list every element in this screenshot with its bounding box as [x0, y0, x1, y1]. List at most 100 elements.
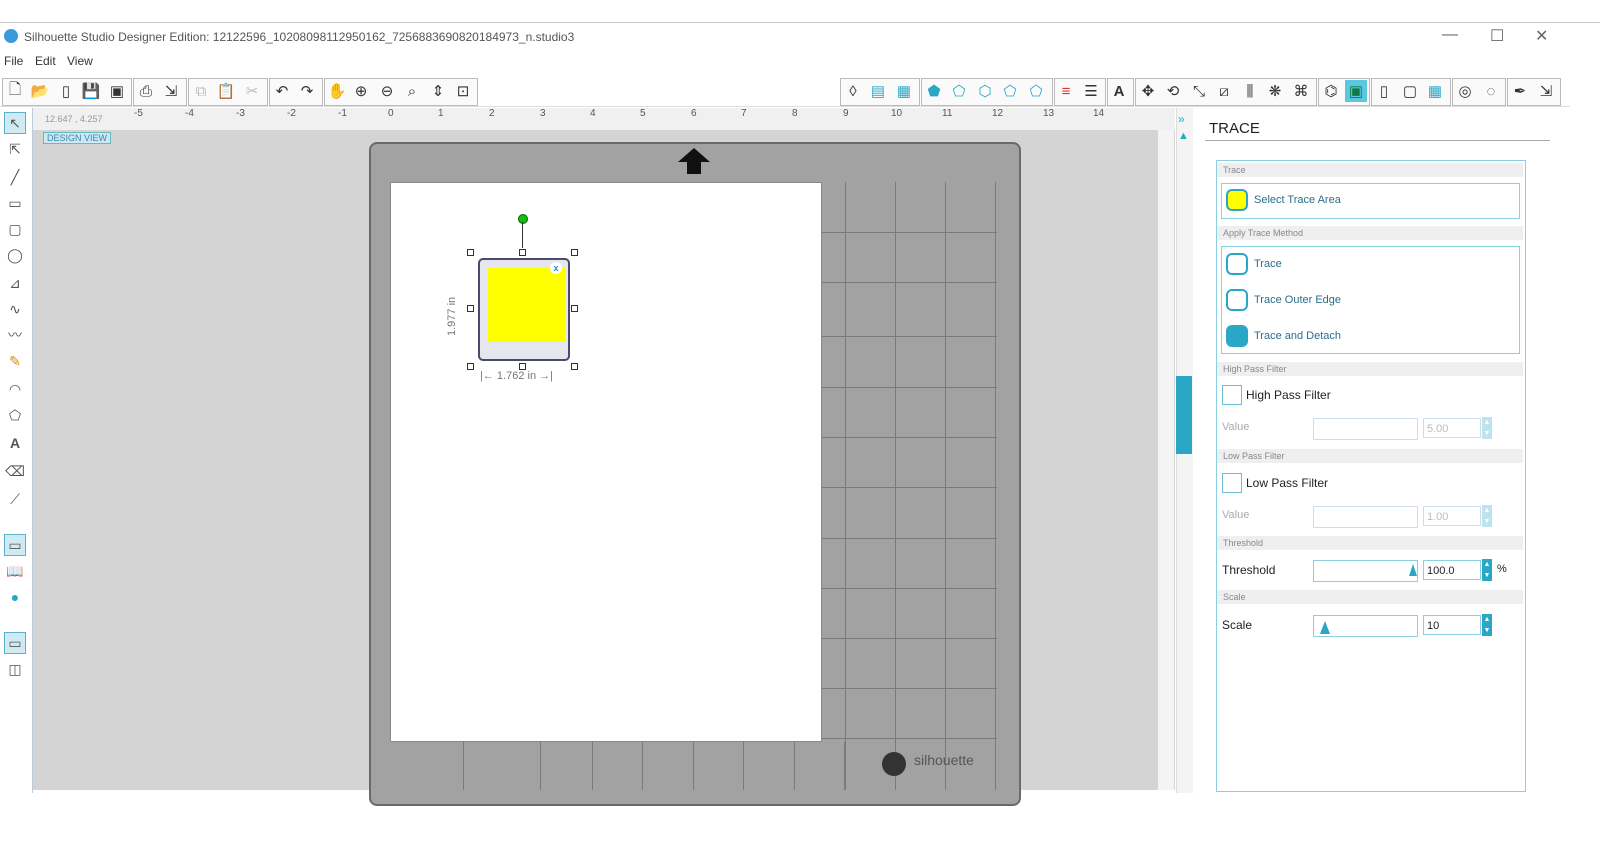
- knife-tool-icon[interactable]: ⟋: [4, 488, 26, 510]
- curve-tool-icon[interactable]: ∿: [4, 298, 26, 320]
- layers-icon[interactable]: ▢: [1399, 80, 1421, 102]
- text-style-icon[interactable]: A: [1108, 80, 1130, 102]
- smooth-freehand-icon[interactable]: ✎: [4, 350, 26, 372]
- design-view-icon[interactable]: ▭: [4, 534, 26, 556]
- high-pass-value-field[interactable]: 5.00: [1423, 418, 1481, 438]
- send-to-cutter-icon[interactable]: ⇲: [160, 80, 182, 102]
- freehand-tool-icon[interactable]: 〰: [4, 324, 26, 346]
- paste-icon[interactable]: 📋: [215, 80, 237, 102]
- grid-settings-icon[interactable]: ▦: [893, 80, 915, 102]
- scale-slider-knob[interactable]: [1320, 621, 1330, 634]
- scale-icon[interactable]: ⤡: [1188, 80, 1210, 102]
- modify-icon[interactable]: ⌘: [1290, 80, 1312, 102]
- high-pass-slider[interactable]: [1313, 418, 1418, 440]
- low-pass-value-field[interactable]: 1.00: [1423, 506, 1481, 526]
- maximize-button[interactable]: ☐: [1490, 26, 1504, 46]
- line-tool-icon[interactable]: ╱: [4, 166, 26, 188]
- single-view-icon[interactable]: ▭: [4, 632, 26, 654]
- rotate-icon[interactable]: ⟲: [1162, 80, 1184, 102]
- redo-icon[interactable]: ↷: [296, 80, 318, 102]
- eraser-tool-icon[interactable]: ⌫: [4, 460, 26, 482]
- resize-handle-l[interactable]: [467, 305, 474, 312]
- zoom-out-icon[interactable]: ⊖: [376, 80, 398, 102]
- fill-gradient-icon[interactable]: ⬠: [948, 80, 970, 102]
- cut-icon[interactable]: ✂: [241, 80, 263, 102]
- line-settings-icon[interactable]: ☰: [1080, 80, 1102, 102]
- copy-icon[interactable]: ⧉: [190, 80, 212, 102]
- store-view-icon[interactable]: ●: [4, 586, 26, 608]
- offset-panel-icon[interactable]: ◎: [1454, 80, 1476, 102]
- ellipse-tool-icon[interactable]: ◯: [4, 244, 26, 266]
- resize-handle-tr[interactable]: [571, 249, 578, 256]
- page-setup-icon[interactable]: ▤: [867, 80, 889, 102]
- shear-icon[interactable]: ⧄: [1213, 80, 1235, 102]
- menu-view[interactable]: View: [67, 54, 93, 68]
- paper-page[interactable]: [390, 182, 822, 742]
- registration-icon[interactable]: ▦: [1424, 80, 1446, 102]
- save-library-icon[interactable]: ▣: [106, 80, 128, 102]
- fit-to-window-icon[interactable]: ⊡: [452, 80, 474, 102]
- select-tool-icon[interactable]: ↖: [4, 112, 26, 134]
- trace-outer-edge-button[interactable]: Trace Outer Edge: [1226, 289, 1341, 311]
- select-trace-area-button[interactable]: Select Trace Area: [1226, 189, 1341, 211]
- line-style-icon[interactable]: ⬠: [1025, 80, 1047, 102]
- regular-polygon-icon[interactable]: ⬠: [4, 404, 26, 426]
- menu-file[interactable]: File: [4, 54, 23, 68]
- transform-move-icon[interactable]: ✥: [1137, 80, 1159, 102]
- trace-button[interactable]: Trace: [1226, 253, 1282, 275]
- resize-handle-t[interactable]: [519, 249, 526, 256]
- trace-panel-icon[interactable]: ▣: [1345, 80, 1367, 102]
- rotation-handle[interactable]: [518, 214, 528, 224]
- low-pass-slider[interactable]: [1313, 506, 1418, 528]
- split-view-icon[interactable]: ◫: [4, 658, 26, 680]
- print-icon[interactable]: ⎙: [135, 80, 157, 102]
- library-store-icon[interactable]: ✒: [1509, 80, 1531, 102]
- polygon-tool-icon[interactable]: ⊿: [4, 272, 26, 294]
- low-pass-checkbox[interactable]: [1222, 473, 1242, 493]
- resize-handle-r[interactable]: [571, 305, 578, 312]
- delete-object-badge[interactable]: x: [550, 262, 562, 274]
- open-file-icon[interactable]: 📂: [29, 80, 51, 102]
- arc-tool-icon[interactable]: ◠: [4, 378, 26, 400]
- threshold-value-field[interactable]: 100.0: [1423, 560, 1481, 580]
- resize-handle-bl[interactable]: [467, 363, 474, 370]
- close-button[interactable]: ✕: [1535, 26, 1548, 46]
- cut-settings-icon[interactable]: ≡: [1055, 80, 1077, 102]
- offset-icon[interactable]: ⌬: [1320, 80, 1342, 102]
- scale-value-field[interactable]: 10: [1423, 615, 1481, 635]
- undo-icon[interactable]: ↶: [271, 80, 293, 102]
- design-store-icon[interactable]: ◊: [842, 80, 864, 102]
- pan-hand-icon[interactable]: ✋: [326, 80, 348, 102]
- yellow-image-fill[interactable]: [488, 268, 565, 342]
- collapse-panel-icon[interactable]: »: [1178, 112, 1185, 126]
- resize-handle-br[interactable]: [571, 363, 578, 370]
- threshold-spinner[interactable]: ▲ ▼: [1482, 559, 1492, 581]
- threshold-slider-knob[interactable]: [1409, 564, 1417, 576]
- trace-and-detach-button[interactable]: Trace and Detach: [1226, 325, 1341, 347]
- high-pass-checkbox[interactable]: [1222, 385, 1242, 405]
- resize-handle-b[interactable]: [519, 363, 526, 370]
- library-icon[interactable]: ▯: [55, 80, 77, 102]
- new-file-icon[interactable]: 🗋: [4, 80, 26, 102]
- low-pass-spinner[interactable]: ▲ ▼: [1482, 505, 1492, 527]
- line-color-icon[interactable]: ⬠: [999, 80, 1021, 102]
- drag-zoom-icon[interactable]: ⇕: [427, 80, 449, 102]
- send-panel-icon[interactable]: ⇲: [1535, 80, 1557, 102]
- fill-color-icon[interactable]: ⬟: [923, 80, 945, 102]
- replicate-icon[interactable]: ❋: [1264, 80, 1286, 102]
- scroll-up-icon[interactable]: ▲: [1178, 130, 1189, 142]
- resize-handle-tl[interactable]: [467, 249, 474, 256]
- threshold-slider[interactable]: [1313, 560, 1418, 582]
- rectangle-tool-icon[interactable]: ▭: [4, 192, 26, 214]
- menu-edit[interactable]: Edit: [35, 54, 56, 68]
- minimize-button[interactable]: —: [1442, 26, 1458, 44]
- library-view-icon[interactable]: 📖: [4, 560, 26, 582]
- fill-pattern-icon[interactable]: ⬡: [974, 80, 996, 102]
- zoom-in-icon[interactable]: ⊕: [350, 80, 372, 102]
- align-icon[interactable]: ⫼: [1239, 80, 1261, 102]
- scrollbar-thumb[interactable]: [1176, 376, 1192, 454]
- sketch-icon[interactable]: ◌: [1480, 80, 1502, 102]
- rounded-rectangle-icon[interactable]: ▢: [4, 218, 26, 240]
- scale-spinner[interactable]: ▲ ▼: [1482, 614, 1492, 636]
- page-icon[interactable]: ▯: [1373, 80, 1395, 102]
